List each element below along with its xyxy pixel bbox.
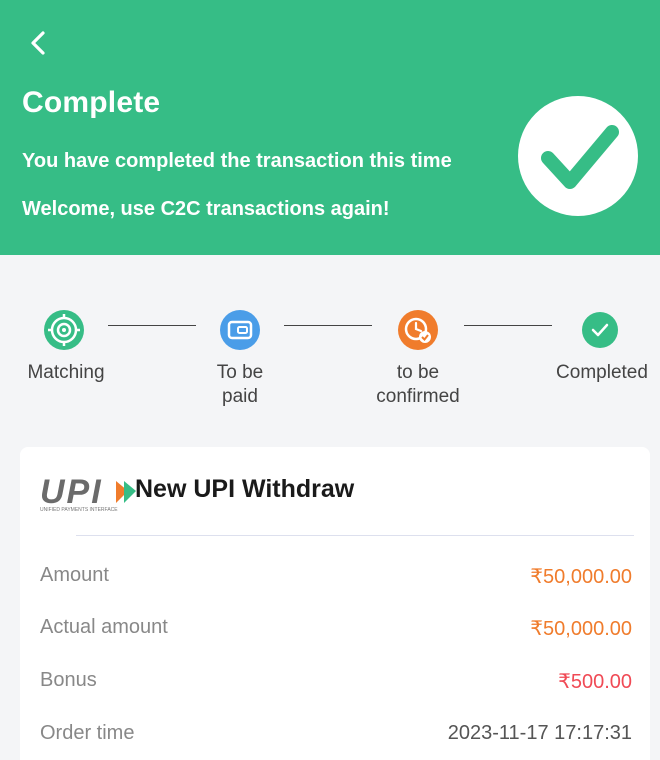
row-label: Bonus [40, 669, 97, 691]
wallet-icon [220, 310, 260, 350]
success-check-icon [518, 96, 638, 216]
svg-text:UNIFIED PAYMENTS INTERFACE: UNIFIED PAYMENTS INTERFACE [40, 507, 118, 513]
detail-row-bonus: Bonus ₹500.00 [40, 669, 632, 697]
withdraw-title: New UPI Withdraw [135, 475, 355, 503]
upi-logo: UPI UNIFIED PAYMENTS INTERFACE [40, 471, 150, 513]
check-icon [582, 312, 618, 348]
row-label: Order time [40, 722, 135, 744]
page-title: Complete [22, 86, 161, 119]
completion-message: You have completed the transaction this … [22, 150, 452, 172]
order-detail-card: UPI UNIFIED PAYMENTS INTERFACE New UPI W… [20, 447, 650, 760]
step-connector [108, 325, 196, 326]
detail-row-actual-amount: Actual amount ₹50,000.00 [40, 616, 632, 644]
step-label-to-be-confirmed: to be confirmed [376, 362, 460, 407]
step-label-completed: Completed [556, 362, 648, 383]
target-icon [44, 310, 84, 350]
detail-row-amount: Amount ₹50,000.00 [40, 564, 632, 592]
back-arrow-icon[interactable] [26, 30, 52, 56]
svg-text:UPI: UPI [40, 473, 103, 511]
step-label-to-be-paid: To be paid [216, 362, 264, 407]
status-header: Complete You have completed the transact… [0, 0, 660, 255]
row-label: Amount [40, 564, 109, 586]
row-value: 2023-11-17 17:17:31 [447, 722, 632, 744]
step-connector [284, 325, 372, 326]
clock-check-icon [398, 310, 438, 350]
row-value: ₹50,000.00 [530, 618, 632, 640]
detail-row-order-time: Order time 2023-11-17 17:17:31 [40, 722, 632, 750]
step-label-matching: Matching [27, 362, 105, 383]
welcome-message: Welcome, use C2C transactions again! [22, 198, 390, 220]
row-value: ₹50,000.00 [530, 566, 632, 588]
step-connector [464, 325, 552, 326]
divider [76, 535, 634, 536]
row-value: ₹500.00 [558, 671, 632, 693]
row-label: Actual amount [40, 616, 168, 638]
